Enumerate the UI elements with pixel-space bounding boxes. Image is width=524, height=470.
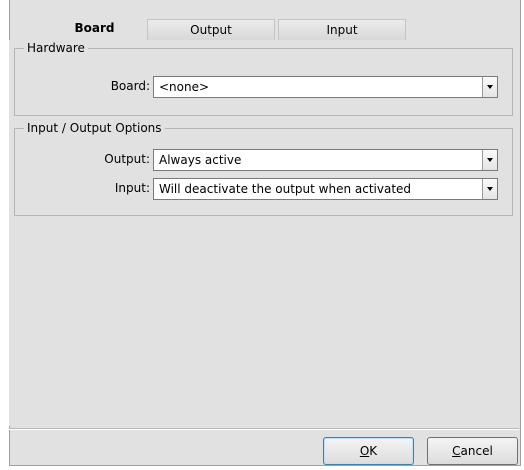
button-bar-separator (9, 428, 519, 430)
hardware-group-title: Hardware (24, 41, 88, 56)
input-select[interactable]: Will deactivate the output when activate… (153, 178, 498, 200)
cancel-label-rest: ancel (460, 444, 493, 458)
io-options-group-title: Input / Output Options (24, 121, 165, 136)
ok-mnemonic: O (359, 444, 370, 458)
chevron-down-icon (487, 85, 493, 89)
cancel-mnemonic: C (452, 444, 461, 458)
cancel-button[interactable]: Cancel (427, 437, 518, 465)
board-dropdown-button[interactable] (482, 77, 497, 97)
input-dropdown-button[interactable] (482, 179, 497, 199)
board-label: Board: (110, 79, 150, 93)
output-dropdown-button[interactable] (482, 150, 497, 170)
chevron-down-icon (487, 187, 493, 191)
hardware-group: Hardware Board: <none> (14, 41, 513, 116)
output-label: Output: (104, 152, 150, 166)
tab-output[interactable]: Output (147, 19, 275, 40)
tab-input[interactable]: Input (278, 19, 406, 40)
board-select-value: <none> (159, 80, 210, 94)
chevron-down-icon (487, 158, 493, 162)
tab-board[interactable]: Board (45, 17, 144, 40)
input-select-value: Will deactivate the output when activate… (159, 182, 412, 196)
output-select[interactable]: Always active (153, 149, 498, 171)
ok-button[interactable]: OK (323, 437, 414, 465)
input-label: Input: (114, 181, 150, 195)
ok-label-rest: K (369, 444, 378, 458)
io-options-group: Input / Output Options Output: Always ac… (14, 121, 513, 216)
board-select[interactable]: <none> (153, 76, 498, 98)
dialog-window: Board Output Input Hardware Board: <none… (0, 0, 524, 470)
output-select-value: Always active (159, 153, 242, 167)
